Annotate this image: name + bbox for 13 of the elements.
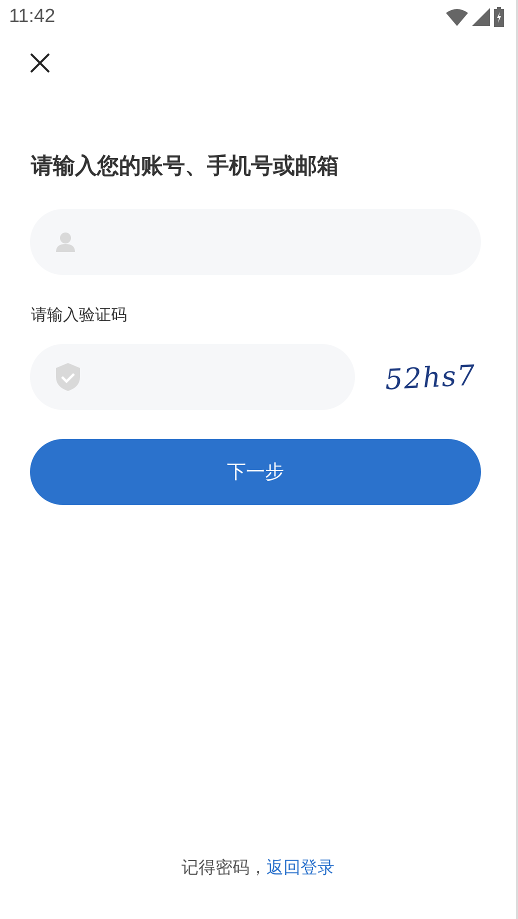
status-time: 11:42	[9, 6, 56, 28]
signal-icon	[472, 8, 490, 26]
captcha-image[interactable]: 52hs7	[384, 358, 477, 396]
back-to-login-link[interactable]: 返回登录	[266, 856, 334, 879]
close-icon[interactable]	[28, 51, 52, 75]
wifi-icon	[446, 8, 468, 26]
user-icon	[56, 232, 75, 252]
next-button[interactable]: 下一步	[30, 439, 481, 505]
shield-check-icon	[56, 363, 80, 391]
battery-icon	[494, 6, 504, 26]
page-title: 请输入您的账号、手机号或邮箱	[31, 153, 340, 181]
footer-text: 记得密码，	[182, 857, 266, 879]
captcha-label: 请输入验证码	[31, 305, 128, 326]
